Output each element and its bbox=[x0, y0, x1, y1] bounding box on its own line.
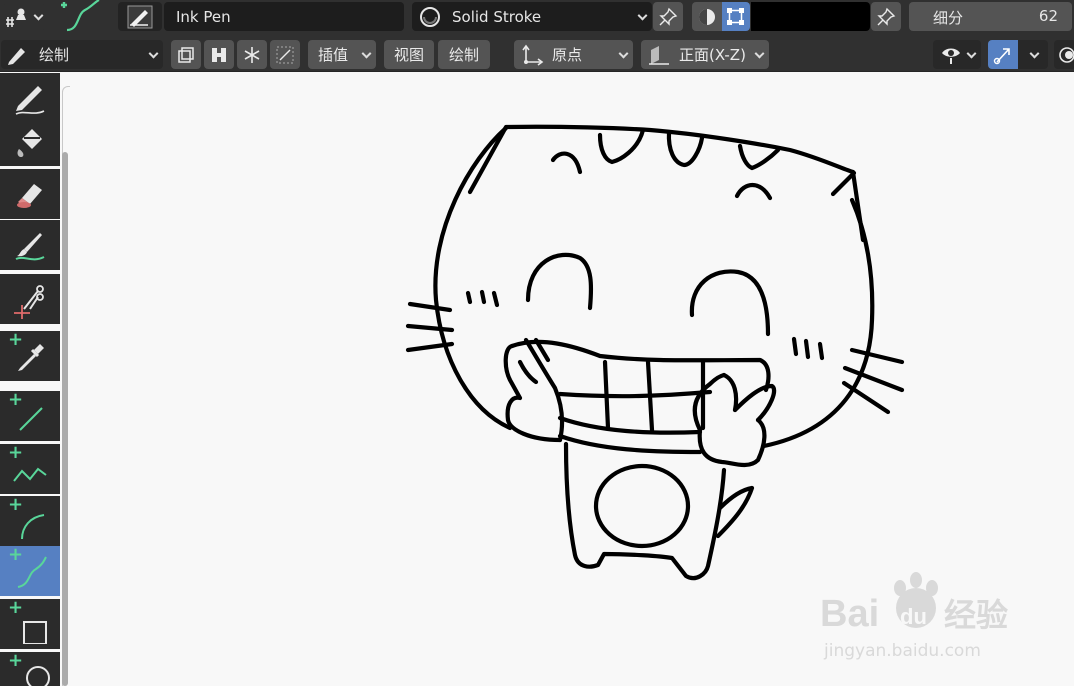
cat-drawing bbox=[405, 124, 905, 581]
overlay-icon bbox=[1059, 46, 1074, 63]
draw-menu[interactable]: 绘制 bbox=[438, 40, 490, 69]
scissors-icon bbox=[14, 285, 44, 319]
tool-box[interactable]: + bbox=[0, 599, 60, 649]
multiframe-icon bbox=[178, 46, 194, 63]
tool-shelf-scrollbar[interactable] bbox=[62, 152, 68, 686]
tool-cutter[interactable] bbox=[0, 274, 60, 324]
vertex-color-icon bbox=[727, 7, 744, 25]
view-menu-label: 视图 bbox=[393, 46, 424, 64]
tool-polyline[interactable]: + bbox=[0, 444, 60, 494]
editor-type-dropdown[interactable] bbox=[2, 4, 46, 30]
brush-name-field[interactable]: Ink Pen bbox=[164, 2, 404, 31]
tool-line[interactable]: + bbox=[0, 391, 60, 441]
material-sphere-icon bbox=[420, 6, 440, 27]
drawing-plane-dropdown[interactable]: 正面(X-Z) bbox=[641, 40, 769, 69]
subdivision-slider[interactable]: 细分 62 bbox=[909, 2, 1072, 31]
fill-bucket-icon bbox=[17, 129, 42, 157]
pencil-icon bbox=[15, 86, 45, 115]
material-color-mode-button[interactable] bbox=[692, 2, 722, 31]
ink-pen-brush-icon bbox=[127, 5, 153, 28]
origin-axis-icon bbox=[522, 44, 544, 66]
front-plane-icon bbox=[649, 45, 669, 65]
grease-pencil-editor-icon bbox=[6, 8, 26, 27]
watermark-brand2: du bbox=[900, 604, 927, 629]
eye-visibility-icon bbox=[942, 48, 960, 64]
add-icon: + bbox=[8, 494, 24, 515]
tool-erase[interactable] bbox=[0, 169, 60, 219]
view-menu[interactable]: 视图 bbox=[384, 40, 434, 69]
material-name-text: Solid Stroke bbox=[452, 7, 542, 26]
tool-tint[interactable] bbox=[0, 220, 60, 270]
pin-material-button[interactable] bbox=[653, 2, 683, 31]
snowflake-button[interactable] bbox=[237, 40, 267, 69]
watermark-cn: 经验 bbox=[944, 596, 1008, 634]
subdivision-value: 62 bbox=[1038, 7, 1058, 25]
add-icon: + bbox=[8, 329, 24, 350]
auto-merge-button[interactable] bbox=[204, 40, 234, 69]
subdivision-label: 细分 bbox=[933, 9, 964, 27]
mode-label: 绘制 bbox=[39, 46, 70, 64]
guides-icon bbox=[276, 45, 294, 64]
watermark-url: jingyan.baidu.com bbox=[823, 641, 981, 661]
auto-merge-icon bbox=[212, 47, 226, 62]
draw-mode-pencil-icon bbox=[8, 47, 25, 65]
tint-brush-icon bbox=[15, 233, 45, 261]
pin-color-button[interactable] bbox=[871, 2, 901, 31]
tool-arc[interactable]: + bbox=[0, 496, 60, 546]
baidu-watermark: Bai du 经验 jingyan.baidu.com bbox=[820, 568, 1070, 672]
brush-preview-button[interactable] bbox=[118, 2, 162, 31]
pin-icon bbox=[659, 7, 678, 26]
active-tool-icon[interactable] bbox=[55, 0, 105, 34]
tool-fill[interactable] bbox=[0, 116, 60, 166]
vertex-color-mode-button[interactable] bbox=[722, 2, 750, 31]
baidu-paw-logo: Bai du 经验 jingyan.baidu.com bbox=[820, 572, 1008, 661]
brush-name-text: Ink Pen bbox=[176, 7, 231, 26]
vertex-color-swatch[interactable] bbox=[751, 2, 870, 31]
watermark-brand: Bai bbox=[820, 593, 879, 635]
material-dropdown[interactable]: Solid Stroke bbox=[412, 2, 652, 31]
mode-dropdown[interactable]: 绘制 bbox=[1, 40, 163, 69]
guides-button[interactable] bbox=[270, 40, 300, 69]
pin-icon bbox=[877, 7, 896, 26]
origin-label: 原点 bbox=[552, 46, 583, 64]
add-icon: + bbox=[8, 544, 24, 565]
add-icon: + bbox=[8, 597, 24, 618]
multiframe-button[interactable] bbox=[171, 40, 201, 69]
eraser-icon bbox=[17, 184, 42, 208]
visibility-dropdown[interactable] bbox=[933, 40, 981, 69]
plane-label: 正面(X-Z) bbox=[679, 46, 746, 64]
tool-eyedropper[interactable]: + bbox=[0, 331, 60, 381]
interpolate-dropdown[interactable]: 插值 bbox=[308, 40, 376, 69]
gizmo-dropdown[interactable] bbox=[1018, 40, 1048, 69]
curve-tool-icon bbox=[61, 0, 100, 32]
add-icon: + bbox=[8, 442, 24, 463]
snowflake-icon bbox=[244, 46, 260, 63]
add-icon: + bbox=[8, 389, 24, 410]
tool-circle[interactable]: + bbox=[0, 652, 60, 686]
overlay-button[interactable] bbox=[1054, 40, 1074, 69]
tool-curve[interactable]: + bbox=[0, 546, 60, 596]
origin-dropdown[interactable]: 原点 bbox=[514, 40, 633, 69]
interpolate-label: 插值 bbox=[318, 46, 349, 64]
gizmo-icon bbox=[993, 47, 1010, 64]
add-icon: + bbox=[8, 650, 24, 671]
gizmo-toggle-button[interactable] bbox=[988, 40, 1018, 69]
material-mode-icon bbox=[699, 8, 715, 25]
draw-menu-label: 绘制 bbox=[448, 46, 479, 64]
